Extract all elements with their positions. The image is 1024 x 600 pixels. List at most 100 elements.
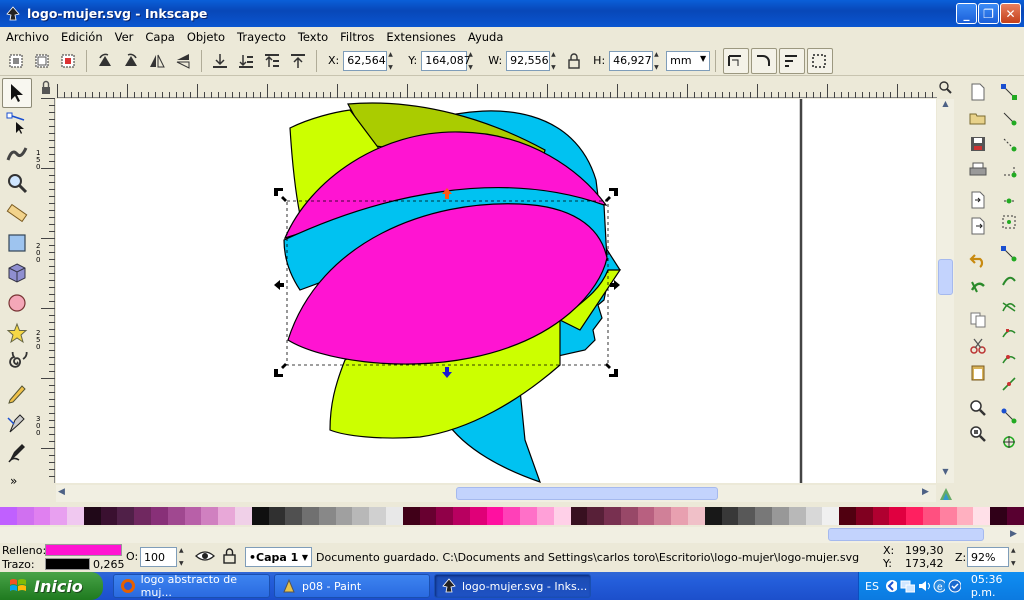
scroll-left-icon[interactable]: ◀ — [58, 487, 65, 497]
zoom-correction-icon[interactable] — [937, 78, 954, 98]
rotate-ccw-icon[interactable] — [93, 49, 117, 73]
vertical-scrollbar[interactable]: ▲ ▼ — [937, 99, 954, 483]
snap-midpoints-icon[interactable] — [997, 372, 1021, 396]
paste-icon[interactable] — [966, 360, 990, 384]
task-inkscape[interactable]: logo-mujer.svg - Inks... — [434, 574, 591, 598]
palette-swatch[interactable] — [570, 507, 588, 525]
security-icon[interactable] — [948, 579, 961, 593]
task-paint[interactable]: p08 - Paint — [274, 574, 430, 598]
palette-scrollbar[interactable]: ▶ — [0, 527, 1024, 543]
lower-to-bottom-icon[interactable] — [208, 49, 232, 73]
palette-swatch[interactable] — [16, 507, 34, 525]
palette-swatch[interactable] — [167, 507, 185, 525]
import-icon[interactable] — [966, 188, 990, 212]
selector-tool[interactable] — [2, 78, 32, 108]
raise-to-top-icon[interactable] — [286, 49, 310, 73]
open-icon[interactable] — [966, 106, 990, 130]
handle-bottom-right[interactable] — [605, 363, 618, 377]
snap-path-intersection-icon[interactable] — [997, 294, 1021, 318]
select-all-icon[interactable] — [4, 49, 28, 73]
y-input[interactable]: 164,087 — [421, 50, 471, 71]
select-all-layers-icon[interactable] — [30, 49, 54, 73]
flip-vertical-icon[interactable] — [171, 49, 195, 73]
palette-swatch[interactable] — [184, 507, 202, 525]
palette-swatch[interactable] — [771, 507, 789, 525]
handle-top-left[interactable] — [274, 188, 287, 202]
palette-swatch[interactable] — [134, 507, 152, 525]
palette-swatch[interactable] — [872, 507, 890, 525]
palette-swatch[interactable] — [922, 507, 940, 525]
palette-swatch[interactable] — [302, 507, 319, 525]
palette-swatch[interactable] — [822, 507, 840, 525]
w-input[interactable]: 92,556 — [506, 50, 551, 71]
3d-box-tool[interactable] — [2, 258, 32, 288]
vertical-scroll-thumb[interactable] — [938, 259, 953, 295]
zoom-input[interactable]: 92% — [967, 547, 1009, 567]
palette-swatch[interactable] — [990, 507, 1007, 525]
palette-swatch[interactable] — [50, 507, 68, 525]
palette-swatch[interactable] — [973, 507, 991, 525]
snap-object-centers-icon[interactable] — [997, 404, 1021, 428]
fill-swatch[interactable] — [45, 544, 122, 556]
palette-swatch[interactable] — [788, 507, 806, 525]
pen-tool[interactable] — [2, 408, 32, 438]
snap-enable-icon[interactable] — [997, 80, 1021, 104]
scroll-right-icon[interactable]: ▶ — [1010, 529, 1017, 539]
menu-texto[interactable]: Texto — [292, 30, 334, 44]
palette-swatch[interactable] — [553, 507, 571, 525]
palette-swatch[interactable] — [33, 507, 51, 525]
palette-swatch[interactable] — [906, 507, 923, 525]
back-arrow-icon[interactable] — [885, 579, 898, 593]
measure-tool[interactable] — [2, 198, 32, 228]
palette-swatch[interactable] — [704, 507, 722, 525]
stroke-swatch[interactable] — [45, 558, 90, 570]
layer-select[interactable]: •Capa 1 ▼ — [245, 547, 312, 567]
palette-swatch[interactable] — [637, 507, 655, 525]
zoom-tool[interactable] — [2, 168, 32, 198]
deselect-icon[interactable] — [56, 49, 80, 73]
snap-nodes-icon[interactable] — [997, 242, 1021, 266]
w-spinner[interactable]: ▲ ▼ — [551, 51, 561, 71]
palette-swatch[interactable] — [100, 507, 118, 525]
undo-icon[interactable] — [966, 248, 990, 272]
opacity-spinner[interactable]: ▲ ▼ — [179, 547, 189, 567]
ie-icon[interactable]: e — [933, 579, 946, 593]
minimize-button[interactable]: _ — [956, 3, 977, 24]
new-document-icon[interactable] — [966, 80, 990, 104]
palette-swatch[interactable] — [402, 507, 420, 525]
drawing-canvas[interactable] — [56, 99, 936, 483]
rotate-cw-icon[interactable] — [119, 49, 143, 73]
palette-scroll-thumb[interactable] — [828, 528, 984, 541]
palette-swatch[interactable] — [218, 507, 235, 525]
h-input[interactable]: 46,927 — [609, 50, 654, 71]
palette-swatch[interactable] — [721, 507, 739, 525]
palette-swatch[interactable] — [738, 507, 756, 525]
palette-swatch[interactable] — [620, 507, 638, 525]
palette-swatch[interactable] — [956, 507, 974, 525]
transform-gradients-toggle[interactable] — [779, 47, 806, 74]
redo-icon[interactable] — [966, 274, 990, 298]
menu-objeto[interactable]: Objeto — [181, 30, 231, 44]
menu-extensiones[interactable]: Extensiones — [380, 30, 462, 44]
palette-swatch[interactable] — [486, 507, 504, 525]
copy-icon[interactable] — [966, 308, 990, 332]
stroke-width[interactable]: 0,265 — [93, 558, 125, 571]
snap-smooth-nodes-icon[interactable] — [997, 346, 1021, 370]
spiral-tool[interactable] — [2, 348, 32, 378]
horizontal-scroll-thumb[interactable] — [456, 487, 718, 500]
palette-swatch[interactable] — [469, 507, 487, 525]
palette-swatch[interactable] — [805, 507, 823, 525]
ellipse-tool[interactable] — [2, 288, 32, 318]
palette-swatch[interactable] — [688, 507, 705, 525]
palette-swatch[interactable] — [537, 507, 554, 525]
menu-filtros[interactable]: Filtros — [334, 30, 380, 44]
x-input[interactable]: 62,564 — [343, 50, 388, 71]
palette-swatch[interactable] — [151, 507, 168, 525]
more-tools-icon[interactable]: » — [0, 474, 33, 488]
menu-archivo[interactable]: Archivo — [0, 30, 55, 44]
menu-trayecto[interactable]: Trayecto — [231, 30, 292, 44]
calligraphy-tool[interactable] — [2, 438, 32, 468]
maximize-button[interactable]: ❐ — [978, 3, 999, 24]
unit-select[interactable]: mm ▼ — [666, 50, 711, 71]
handle-top-right[interactable] — [605, 188, 618, 202]
